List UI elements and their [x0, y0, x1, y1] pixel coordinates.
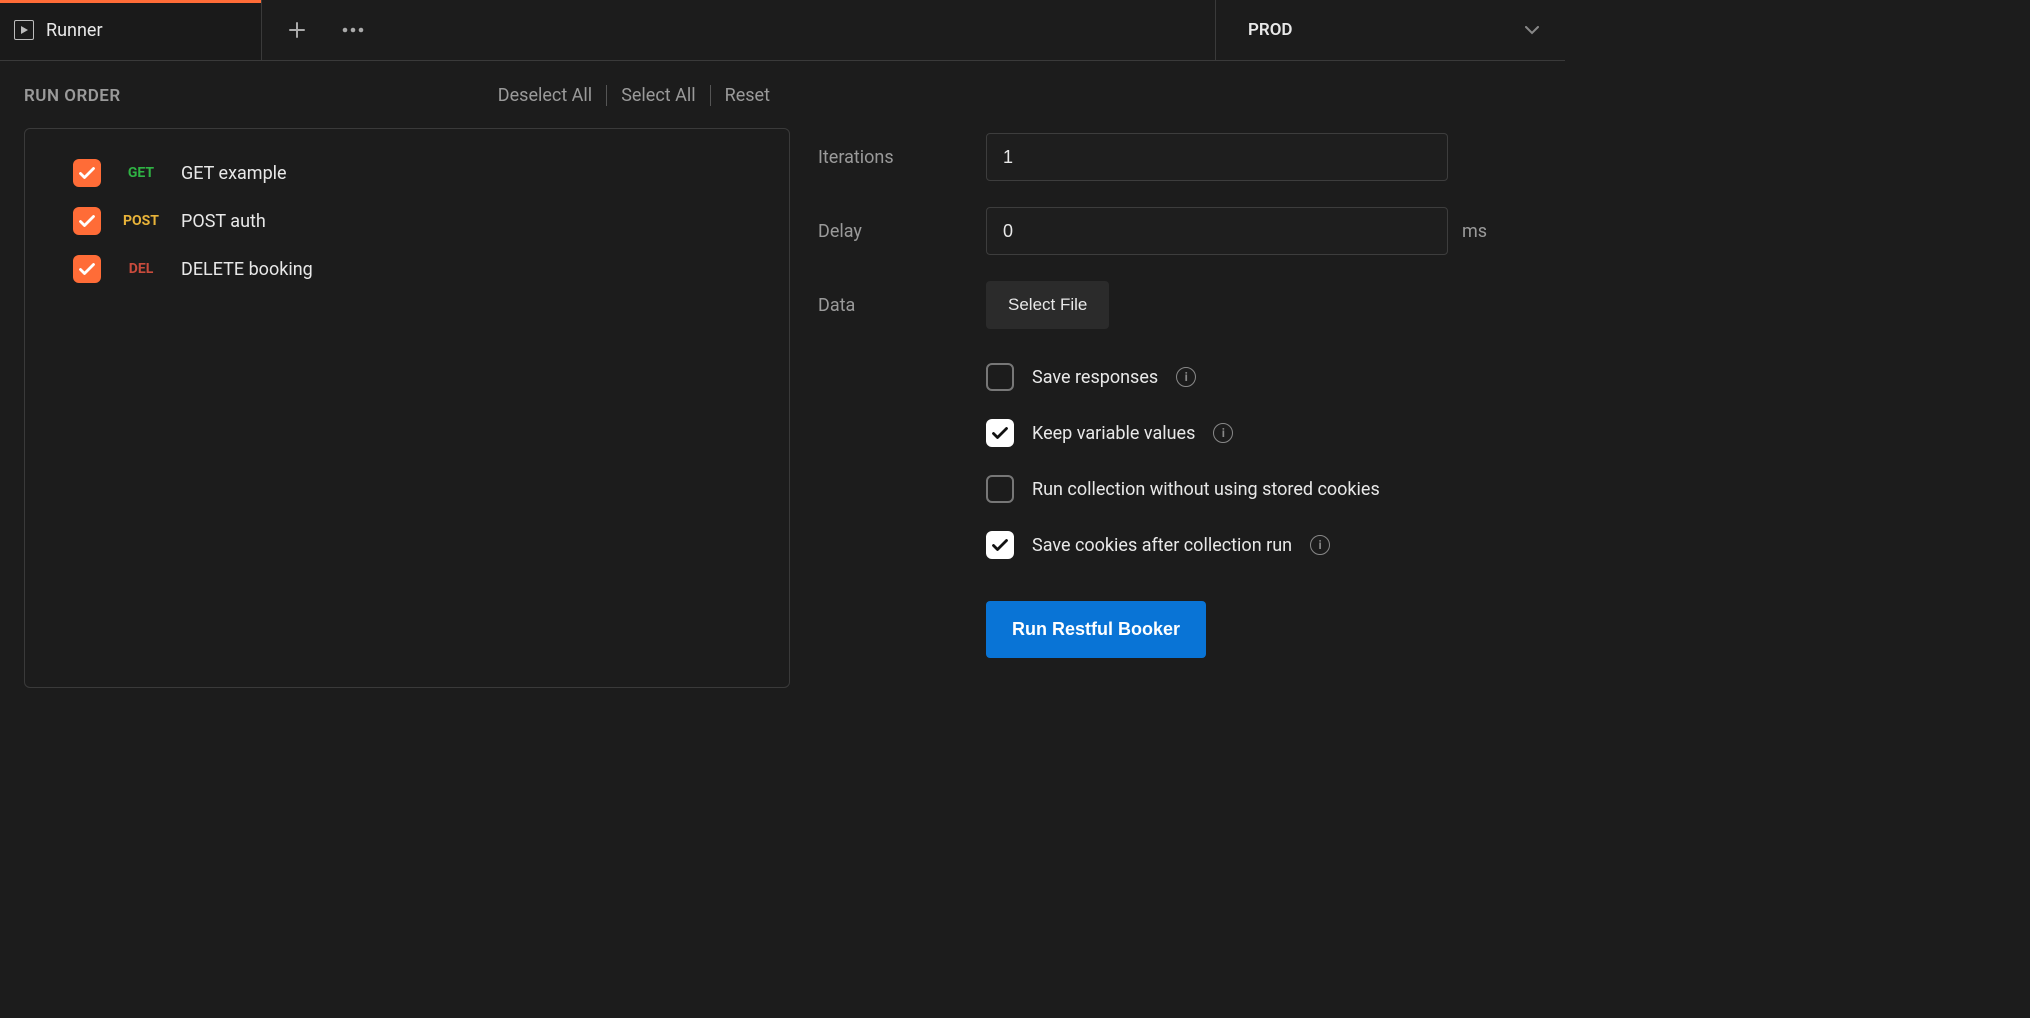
info-icon[interactable]: i — [1310, 535, 1330, 555]
delay-label: Delay — [818, 221, 986, 242]
delay-unit: ms — [1462, 221, 1487, 242]
info-icon[interactable]: i — [1176, 367, 1196, 387]
request-list: GET GET example POST POST auth DEL DELET… — [24, 128, 790, 688]
request-name: DELETE booking — [181, 259, 313, 280]
run-order-panel: RUN ORDER Deselect All Select All Reset … — [24, 85, 790, 784]
no-stored-cookies-checkbox[interactable] — [986, 475, 1014, 503]
request-method: POST — [119, 213, 163, 229]
tab-bar: Runner PROD — [0, 0, 1565, 61]
data-label: Data — [818, 295, 986, 316]
deselect-all-button[interactable]: Deselect All — [484, 85, 606, 106]
reset-button[interactable]: Reset — [710, 85, 784, 106]
environment-selected: PROD — [1248, 20, 1293, 40]
request-name: GET example — [181, 163, 287, 184]
no-stored-cookies-label: Run collection without using stored cook… — [1032, 479, 1380, 500]
chevron-down-icon — [1525, 20, 1539, 40]
iterations-label: Iterations — [818, 147, 986, 168]
runner-content: RUN ORDER Deselect All Select All Reset … — [0, 61, 1565, 784]
request-name: POST auth — [181, 211, 266, 232]
select-file-button[interactable]: Select File — [986, 281, 1109, 329]
request-checkbox[interactable] — [73, 159, 101, 187]
save-responses-label: Save responses — [1032, 367, 1158, 388]
request-row[interactable]: GET GET example — [49, 149, 765, 197]
run-order-actions: Deselect All Select All Reset — [484, 85, 784, 106]
tab-label: Runner — [46, 20, 103, 41]
save-responses-checkbox[interactable] — [986, 363, 1014, 391]
request-checkbox[interactable] — [73, 255, 101, 283]
save-cookies-after-label: Save cookies after collection run — [1032, 535, 1292, 556]
more-tabs-button[interactable] — [342, 27, 364, 33]
run-order-heading: RUN ORDER — [24, 86, 121, 106]
request-method: DEL — [119, 261, 163, 277]
tab-runner[interactable]: Runner — [0, 0, 262, 60]
environment-selector[interactable]: PROD — [1215, 0, 1565, 60]
keep-variable-values-checkbox[interactable] — [986, 419, 1014, 447]
request-row[interactable]: POST POST auth — [49, 197, 765, 245]
request-method: GET — [119, 165, 163, 181]
run-collection-button[interactable]: Run Restful Booker — [986, 601, 1206, 658]
iterations-input[interactable] — [986, 133, 1448, 181]
keep-variable-values-label: Keep variable values — [1032, 423, 1195, 444]
select-all-button[interactable]: Select All — [606, 85, 709, 106]
runner-icon — [14, 20, 34, 40]
request-checkbox[interactable] — [73, 207, 101, 235]
delay-input[interactable] — [986, 207, 1448, 255]
tab-actions — [262, 0, 390, 60]
run-settings-panel: Iterations Delay ms Data Select File Sav… — [814, 85, 1541, 784]
request-row[interactable]: DEL DELETE booking — [49, 245, 765, 293]
info-icon[interactable]: i — [1213, 423, 1233, 443]
new-tab-button[interactable] — [288, 21, 306, 39]
save-cookies-after-checkbox[interactable] — [986, 531, 1014, 559]
